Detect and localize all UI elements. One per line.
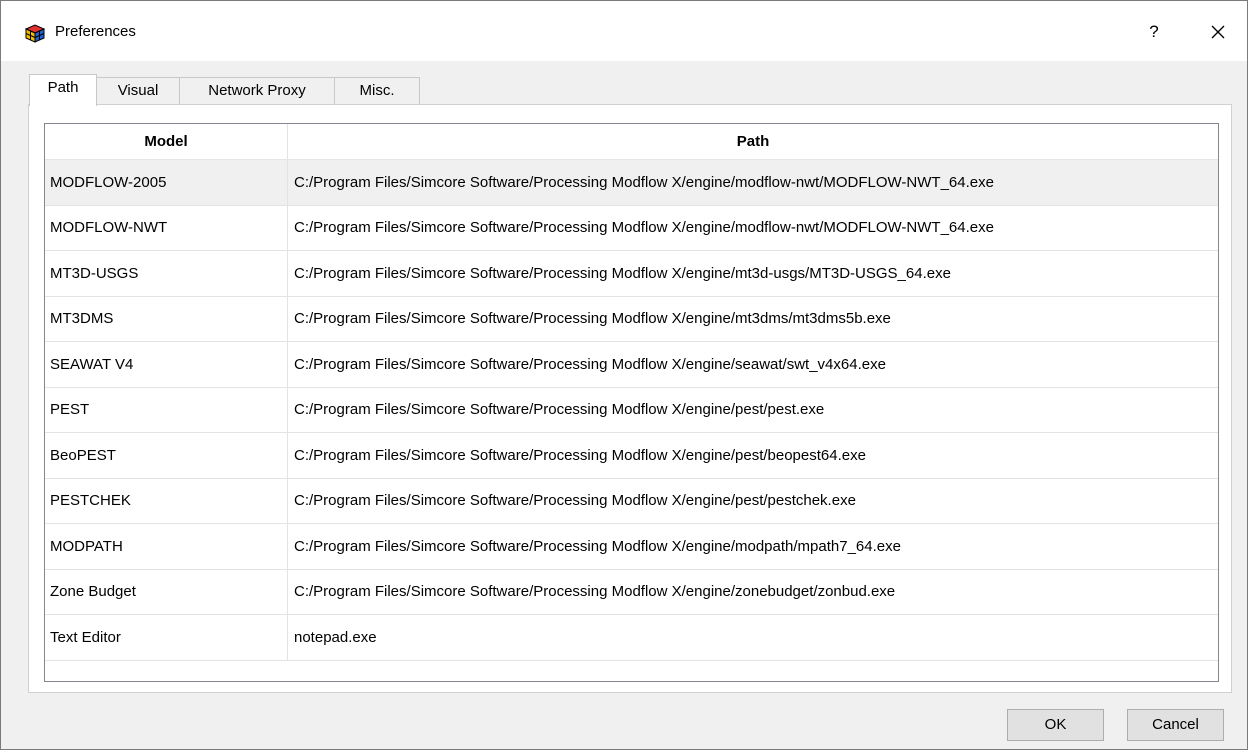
tab-network-proxy[interactable]: Network Proxy — [179, 77, 335, 104]
title-bar[interactable]: Preferences ? — [1, 1, 1247, 61]
path-cell[interactable]: C:/Program Files/Simcore Software/Proces… — [288, 251, 1218, 296]
path-cell[interactable]: C:/Program Files/Simcore Software/Proces… — [288, 388, 1218, 433]
table-header: Model Path — [45, 124, 1218, 160]
model-cell[interactable]: Zone Budget — [45, 569, 288, 614]
ok-button[interactable]: OK — [1007, 709, 1104, 741]
path-tab-panel: Model Path MODFLOW-2005 C:/Program Files/… — [28, 104, 1232, 693]
model-cell[interactable]: MODFLOW-NWT — [45, 205, 288, 250]
column-header-path[interactable]: Path — [288, 124, 1218, 159]
tab-misc[interactable]: Misc. — [334, 77, 420, 104]
cancel-button[interactable]: Cancel — [1127, 709, 1224, 741]
path-cell[interactable]: C:/Program Files/Simcore Software/Proces… — [288, 433, 1218, 478]
help-button[interactable]: ? — [1139, 17, 1169, 47]
path-cell[interactable]: C:/Program Files/Simcore Software/Proces… — [288, 570, 1218, 615]
table-row[interactable]: SEAWAT V4 C:/Program Files/Simcore Softwa… — [45, 342, 1218, 388]
table-row[interactable]: MODFLOW-NWT C:/Program Files/Simcore Soft… — [45, 205, 1218, 251]
path-cell[interactable]: notepad.exe — [288, 615, 1218, 660]
model-cell[interactable]: Text Editor — [45, 615, 288, 660]
table-row[interactable]: MODFLOW-2005 C:/Program Files/Simcore Sof… — [45, 160, 1218, 206]
path-cell[interactable]: C:/Program Files/Simcore Software/Proces… — [288, 479, 1218, 524]
path-cell[interactable]: C:/Program Files/Simcore Software/Proces… — [288, 206, 1218, 251]
path-cell[interactable]: C:/Program Files/Simcore Software/Proces… — [288, 297, 1218, 342]
tab-visual[interactable]: Visual — [96, 77, 180, 104]
path-table: Model Path MODFLOW-2005 C:/Program Files/… — [44, 123, 1219, 682]
model-cell[interactable]: PESTCHEK — [45, 478, 288, 523]
model-cell[interactable]: SEAWAT V4 — [45, 342, 288, 387]
column-header-model[interactable]: Model — [45, 124, 288, 159]
tab-path[interactable]: Path — [29, 74, 97, 106]
table-row[interactable]: MT3DMS C:/Program Files/Simcore Software/… — [45, 296, 1218, 342]
path-cell[interactable]: C:/Program Files/Simcore Software/Proces… — [288, 160, 1218, 205]
model-cell[interactable]: MT3DMS — [45, 296, 288, 341]
model-cell[interactable]: MODPATH — [45, 524, 288, 569]
table-row[interactable]: BeoPEST C:/Program Files/Simcore Software… — [45, 433, 1218, 479]
model-cell[interactable]: PEST — [45, 387, 288, 432]
path-cell[interactable]: C:/Program Files/Simcore Software/Proces… — [288, 342, 1218, 387]
model-cell[interactable]: MODFLOW-2005 — [45, 160, 288, 205]
path-cell[interactable]: C:/Program Files/Simcore Software/Proces… — [288, 524, 1218, 569]
preferences-dialog: Preferences ? Path Visual Network Proxy … — [0, 0, 1248, 750]
table-row[interactable]: PEST C:/Program Files/Simcore Software/Pr… — [45, 387, 1218, 433]
table-row[interactable]: MT3D-USGS C:/Program Files/Simcore Softwa… — [45, 251, 1218, 297]
table-row[interactable]: MODPATH C:/Program Files/Simcore Software… — [45, 524, 1218, 570]
window-title: Preferences — [55, 23, 136, 40]
app-icon — [24, 24, 46, 43]
table-row[interactable]: Zone Budget C:/Program Files/Simcore Soft… — [45, 569, 1218, 615]
table-row[interactable]: PESTCHEK C:/Program Files/Simcore Softwar… — [45, 478, 1218, 524]
table-row[interactable]: Text Editor notepad.exe — [45, 615, 1218, 661]
close-button[interactable] — [1203, 17, 1233, 47]
model-cell[interactable]: MT3D-USGS — [45, 251, 288, 296]
close-icon — [1211, 25, 1225, 39]
model-cell[interactable]: BeoPEST — [45, 433, 288, 478]
